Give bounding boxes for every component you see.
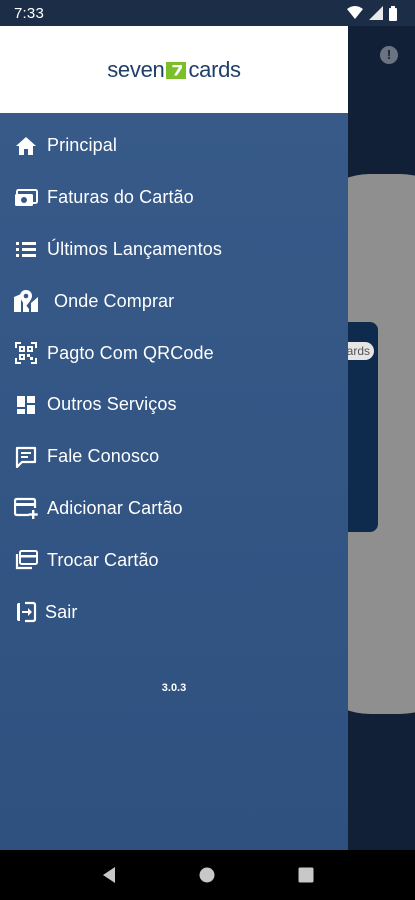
back-button[interactable] — [94, 860, 124, 890]
qrcode-icon — [13, 340, 39, 366]
dashboard-icon — [13, 392, 39, 418]
battery-icon — [389, 5, 397, 21]
menu-label: Principal — [47, 135, 117, 156]
wifi-icon — [347, 6, 363, 19]
menu-item-adicionar-cartao[interactable]: Adicionar Cartão — [0, 483, 348, 535]
info-icon[interactable]: ! — [380, 46, 398, 64]
menu-item-outros-servicos[interactable]: Outros Serviços — [0, 379, 348, 431]
home-button[interactable] — [192, 860, 222, 890]
menu-item-sair[interactable]: Sair — [0, 586, 348, 638]
add-card-icon — [13, 495, 39, 521]
menu-label: Faturas do Cartão — [47, 187, 194, 208]
app-version: 3.0.3 — [161, 682, 187, 694]
menu-item-faturas[interactable]: Faturas do Cartão — [0, 172, 348, 224]
back-icon — [103, 867, 116, 883]
switch-card-icon — [13, 547, 39, 573]
menu-label: Pagto Com QRCode — [47, 342, 214, 363]
logo-mark-icon — [166, 61, 187, 79]
menu-label: Adicionar Cartão — [47, 497, 183, 518]
recents-button[interactable] — [291, 860, 321, 890]
menu-label: Fale Conosco — [47, 446, 160, 467]
list-icon — [13, 236, 39, 262]
brand-logo: seven cards — [107, 57, 241, 83]
menu-label: Onde Comprar — [54, 290, 175, 311]
menu-item-qrcode[interactable]: Pagto Com QRCode — [0, 327, 348, 379]
signal-icon — [369, 6, 383, 20]
menu-item-principal[interactable]: Principal — [0, 120, 348, 172]
navigation-drawer: seven cards Principal Faturas do Cartão … — [0, 26, 348, 850]
menu-label: Outros Serviços — [47, 394, 177, 415]
map-pin-icon — [13, 288, 39, 314]
status-time: 7:33 — [14, 5, 44, 22]
logo-text-left: seven — [107, 56, 165, 82]
menu-item-fale-conosco[interactable]: Fale Conosco — [0, 431, 348, 483]
menu-label: Trocar Cartão — [47, 549, 159, 570]
home-circle-icon — [199, 867, 215, 883]
navigation-bar — [0, 850, 415, 900]
menu-label: Últimos Lançamentos — [47, 238, 222, 259]
chat-icon — [13, 444, 39, 470]
drawer-header: seven cards — [0, 26, 348, 113]
menu-item-onde-comprar[interactable]: Onde Comprar — [0, 275, 348, 327]
exit-icon — [13, 599, 39, 625]
menu-item-trocar-cartao[interactable]: Trocar Cartão — [0, 534, 348, 586]
home-icon — [13, 133, 39, 159]
recents-icon — [298, 867, 314, 883]
status-icons — [347, 5, 397, 21]
menu-label: Sair — [45, 601, 78, 622]
invoice-icon — [13, 185, 39, 211]
logo-text-right: cards — [188, 56, 241, 82]
menu-item-lancamentos[interactable]: Últimos Lançamentos — [0, 224, 348, 276]
status-bar: 7:33 — [0, 0, 415, 26]
drawer-menu: Principal Faturas do Cartão Últimos Lanç… — [0, 120, 348, 638]
